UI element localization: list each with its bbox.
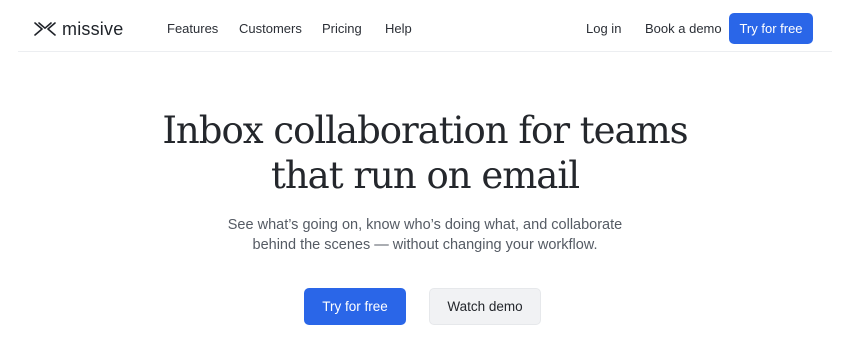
nav-book-demo[interactable]: Book a demo bbox=[645, 22, 722, 36]
nav-pricing[interactable]: Pricing bbox=[322, 22, 362, 36]
brand-logo-link[interactable]: missive bbox=[34, 18, 123, 40]
site-header: missive Features Customers Pricing Help … bbox=[18, 0, 832, 52]
brand-name: missive bbox=[62, 19, 124, 39]
hero-subtitle: See what’s going on, know who’s doing wh… bbox=[0, 215, 850, 255]
hero-subtitle-line-1: See what’s going on, know who’s doing wh… bbox=[227, 217, 623, 233]
header-try-free-button[interactable]: Try for free bbox=[729, 13, 813, 44]
nav-customers[interactable]: Customers bbox=[239, 22, 302, 36]
hero-try-free-button[interactable]: Try for free bbox=[304, 288, 406, 325]
hero-title: Inbox collaboration for teams that run o… bbox=[0, 108, 850, 198]
hero-title-line-2: that run on email bbox=[270, 154, 580, 197]
watch-demo-button[interactable]: Watch demo bbox=[429, 288, 541, 325]
hero-subtitle-line-2: behind the scenes — without changing you… bbox=[252, 237, 598, 253]
nav-help[interactable]: Help bbox=[385, 22, 412, 36]
hero-title-line-1: Inbox collaboration for teams bbox=[162, 109, 688, 152]
missive-logo-icon bbox=[34, 22, 56, 36]
nav-features[interactable]: Features bbox=[167, 22, 218, 36]
nav-login[interactable]: Log in bbox=[586, 22, 621, 36]
